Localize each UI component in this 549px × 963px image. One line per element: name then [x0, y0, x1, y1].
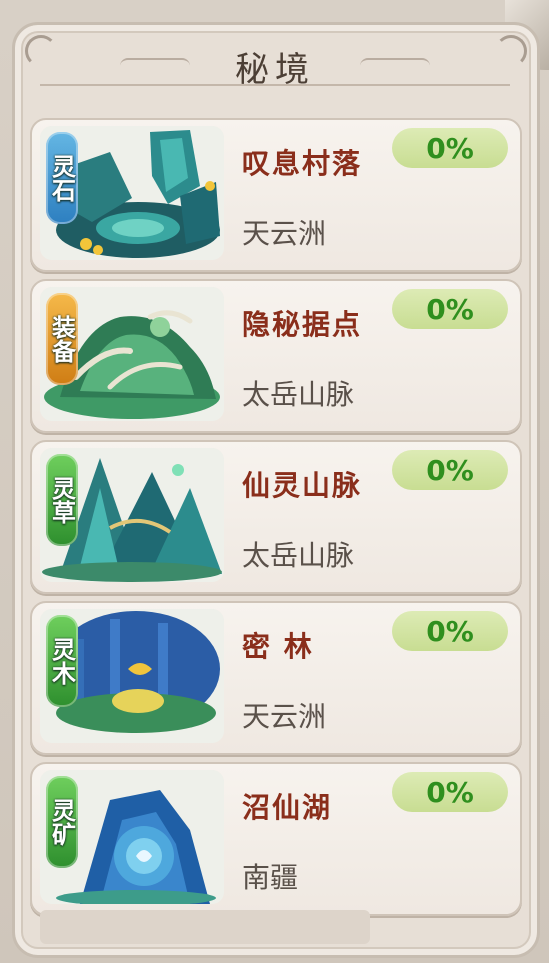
realm-name: 叹息村落 — [242, 147, 363, 180]
realm-card[interactable]: 灵石 叹息村落 天云洲 0% — [30, 118, 522, 272]
realm-name: 密 林 — [242, 630, 314, 663]
realm-thumbnail: 灵草 — [40, 448, 224, 582]
realm-card[interactable]: 灵草 仙灵山脉 太岳山脉 0% — [30, 440, 522, 594]
realm-name: 隐秘据点 — [242, 308, 363, 341]
progress-badge: 0% — [392, 611, 508, 651]
progress-badge: 0% — [392, 128, 508, 168]
realm-card[interactable]: 装备 隐秘据点 太岳山脉 0% — [30, 279, 522, 433]
realm-name: 仙灵山脉 — [242, 469, 363, 502]
realm-thumbnail: 装备 — [40, 287, 224, 421]
category-badge: 装备 — [46, 293, 78, 385]
progress-badge: 0% — [392, 450, 508, 490]
category-badge: 灵草 — [46, 454, 78, 546]
realm-region: 太岳山脉 — [242, 539, 355, 572]
realm-name: 沼仙湖 — [242, 791, 333, 824]
category-badge: 灵木 — [46, 615, 78, 707]
realm-thumbnail: 灵石 — [40, 126, 224, 260]
realm-region: 南疆 — [242, 861, 299, 894]
bottom-bar — [40, 910, 370, 944]
category-badge: 灵矿 — [46, 776, 78, 868]
title-divider — [40, 84, 510, 86]
realm-region: 天云洲 — [242, 700, 327, 733]
realm-card[interactable]: 灵矿 沼仙湖 南疆 0% — [30, 762, 522, 916]
realm-region: 天云洲 — [242, 217, 327, 250]
title-bar: 秘境 — [40, 30, 510, 92]
realm-card[interactable]: 灵木 密 林 天云洲 0% — [30, 601, 522, 755]
realm-region: 太岳山脉 — [242, 378, 355, 411]
realm-thumbnail: 灵木 — [40, 609, 224, 743]
progress-badge: 0% — [392, 289, 508, 329]
category-badge: 灵石 — [46, 132, 78, 224]
realm-thumbnail: 灵矿 — [40, 770, 224, 904]
progress-badge: 0% — [392, 772, 508, 812]
